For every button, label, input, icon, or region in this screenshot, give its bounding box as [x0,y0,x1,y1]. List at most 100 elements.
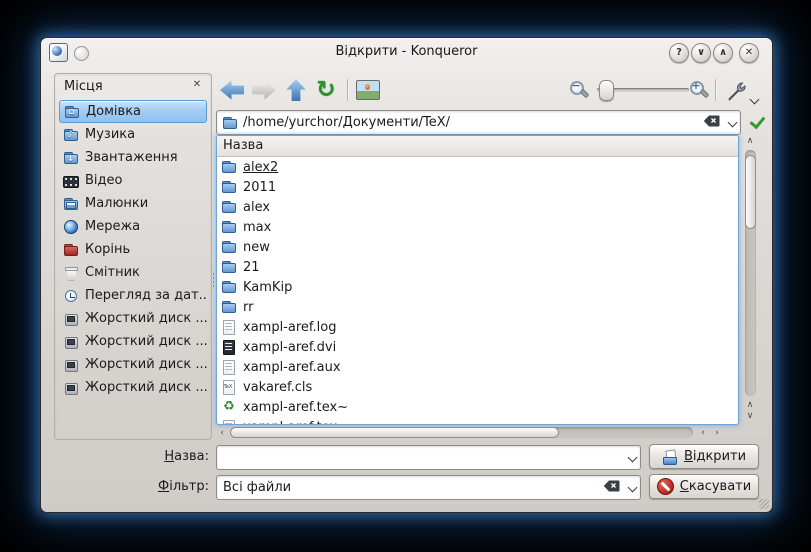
clear-icon[interactable] [703,115,720,131]
minimize-button[interactable]: ∨ [691,43,711,63]
sidebar-item-label: Корінь [85,242,130,257]
network-globe-icon [63,219,79,235]
sidebar-item-disk[interactable]: Жорсткий диск ... [59,307,207,330]
file-name: xampl-aref.log [243,320,336,335]
vertical-scroll-thumb[interactable] [745,155,756,229]
sidebar-item-dateview[interactable]: Перегляд за дат... [59,284,207,307]
sidebar-item-disk[interactable]: Жорсткий диск ... [59,330,207,353]
list-item[interactable]: xampl-aref.aux [217,357,738,377]
cancel-icon [657,478,674,495]
location-bar[interactable]: /home/yurchor/Документи/TeX/ [216,110,741,135]
scroll-left-icon-2[interactable]: ‹ [697,428,709,438]
up-button[interactable] [283,77,309,103]
column-header-name[interactable]: Назва [217,136,738,157]
hard-disk-icon [63,357,79,373]
folder-icon [222,115,238,131]
open-button[interactable]: Відкрити [649,444,759,469]
list-item[interactable]: xampl-aref.tex~ [217,397,738,417]
sidebar-item-downloads[interactable]: ↓Звантаження [59,146,207,169]
sidebar-item-video[interactable]: Відео [59,169,207,192]
places-panel-title: Місця [64,79,103,94]
home-folder-icon: ⌂ [64,104,80,120]
filter-combobox[interactable]: Всі файли [216,475,641,500]
file-list-rows: alex2 2011 alex maxnew21KamKiprr xampl-aref.… [217,157,738,425]
list-item[interactable]: vakaref.cls [217,377,738,397]
forward-icon [252,80,276,100]
sidebar-item-disk[interactable]: Жорсткий диск ... [59,376,207,399]
list-item[interactable]: alex [217,197,738,217]
back-button[interactable] [219,77,245,103]
horizontal-scroll-track[interactable] [230,427,693,438]
sidebar-item-label: Звантаження [85,150,178,165]
zoom-in-icon: + [690,80,702,92]
list-item[interactable]: xampl-aref.log [217,317,738,337]
sidebar-item-label: Перегляд за дат... [85,288,207,303]
list-item[interactable]: 2011 [217,177,738,197]
filename-combobox[interactable] [216,445,641,470]
sidebar-item-label: Жорсткий диск ... [85,311,207,326]
close-button[interactable]: ✕ [739,43,759,63]
text-file-icon [221,359,237,375]
scroll-left-icon[interactable]: ‹ [216,428,228,438]
up-icon [286,79,306,101]
file-name: xampl-aref.aux [243,360,341,375]
filter-value: Всі файли [217,480,603,495]
sidebar-item-label: Смітник [85,265,140,280]
filename-input[interactable] [217,449,624,466]
location-dropdown-icon[interactable] [724,115,740,130]
open-dialog-window: Відкрити - Konqueror ? ∨ ∧ ✕ Місця ✕ ⌂До… [40,37,773,513]
open-file-icon [662,449,678,465]
horizontal-scroll-thumb[interactable] [230,427,559,438]
text-file-icon [221,419,237,425]
preview-toggle-button[interactable] [356,80,380,100]
list-item[interactable]: max [217,217,738,237]
accept-location-button[interactable] [747,110,769,133]
zoom-in-button[interactable]: + [689,80,709,100]
settings-button[interactable] [725,78,751,102]
scroll-up-icon-2[interactable]: ∧ [744,400,756,410]
help-button[interactable]: ? [669,43,689,63]
sidebar-item-disk[interactable]: Жорсткий диск ... [59,353,207,376]
list-item[interactable]: rr [217,297,738,317]
list-item[interactable]: new [217,237,738,257]
scroll-down-icon[interactable]: ∨ [744,411,756,421]
list-item[interactable]: alex2 [217,157,738,177]
zoom-out-button[interactable]: − [569,80,589,100]
vertical-scrollbar[interactable]: ∧ ∧ ∨ [742,136,759,422]
list-item[interactable]: KamKip [217,277,738,297]
reload-button[interactable]: ↻ [313,77,339,103]
file-name: 2011 [243,180,276,195]
text-file-icon [221,319,237,335]
sidebar-item-root[interactable]: Корінь [59,238,207,261]
filter-dropdown-icon[interactable] [624,480,640,495]
video-icon [63,173,79,189]
vertical-scroll-track[interactable] [745,150,756,396]
backup-file-icon [221,399,237,415]
list-item[interactable]: xampl-aref.tex [217,417,738,425]
panel-close-icon[interactable]: ✕ [190,78,204,92]
zoom-slider-handle[interactable] [599,80,614,101]
sidebar-item-pictures[interactable]: Малюнки [59,192,207,215]
list-item[interactable]: 21 [217,257,738,277]
file-list[interactable]: Назва alex2 2011 alex maxnew21KamKiprr xampl… [216,135,739,425]
sidebar-item-home[interactable]: ⌂Домівка [59,100,207,123]
filter-clear-icon[interactable] [603,480,620,496]
titlebar[interactable]: Відкрити - Konqueror ? ∨ ∧ ✕ [41,38,772,66]
maximize-button[interactable]: ∧ [713,43,733,63]
resize-grip[interactable] [759,499,769,509]
scroll-up-icon[interactable]: ∧ [744,136,756,146]
pictures-folder-icon [63,196,79,212]
file-name: alex [243,200,270,215]
horizontal-scrollbar[interactable]: ‹ ‹ › [216,426,737,439]
settings-wrench-icon [725,78,751,102]
forward-button[interactable] [251,77,277,103]
trash-icon [63,265,79,281]
sidebar-item-music[interactable]: ♪Музика [59,123,207,146]
sidebar-item-trash[interactable]: Смітник [59,261,207,284]
filename-dropdown-icon[interactable] [624,450,640,465]
scroll-right-icon[interactable]: › [711,428,723,438]
sidebar-item-network[interactable]: Мережа [59,215,207,238]
list-item[interactable]: xampl-aref.dvi [217,337,738,357]
cancel-button[interactable]: Скасувати [649,474,759,499]
tex-file-icon [221,379,237,395]
